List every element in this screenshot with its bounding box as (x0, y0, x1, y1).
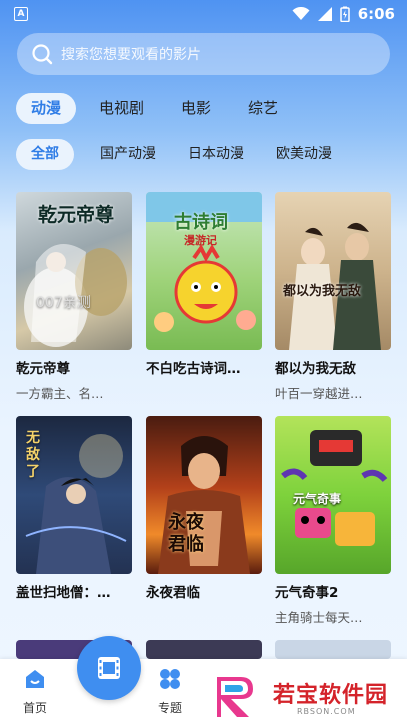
poster-title: 元气奇事 (293, 492, 342, 506)
app-notification-icon: A (14, 7, 28, 21)
video-poster[interactable]: 无敌了 (16, 416, 132, 574)
video-poster[interactable] (275, 640, 391, 659)
region-filters: 全部 国产动漫 日本动漫 欧美动漫 (16, 139, 350, 170)
nav-home-label: 首页 (22, 701, 47, 715)
video-card[interactable] (146, 640, 262, 659)
nav-video-button[interactable] (77, 636, 141, 700)
tab-movie[interactable]: 电影 (167, 93, 225, 124)
video-card[interactable]: 古诗词 漫游记 不白吃古诗词… (146, 192, 262, 383)
video-poster[interactable]: 古诗词 漫游记 (146, 192, 262, 350)
video-card[interactable] (275, 640, 391, 659)
poster-title: 无敌了 (26, 430, 40, 480)
video-title[interactable]: 都以为我无敌 (275, 357, 391, 377)
film-icon (98, 657, 120, 679)
search-placeholder: 搜索您想要观看的影片 (61, 47, 201, 63)
nav-topics-label: 专题 (157, 701, 182, 715)
video-poster[interactable]: 乾元帝尊 007亲测 (16, 192, 132, 350)
status-bar: A 6:06 (0, 0, 407, 30)
filter-domestic-anime[interactable]: 国产动漫 (86, 139, 170, 170)
grid-icon (160, 669, 180, 689)
video-card[interactable]: 乾元帝尊 007亲测 乾元帝尊 一方霸主、名… (16, 192, 132, 402)
video-description: 叶百一穿越进… (275, 386, 363, 401)
poster-subtitle: 漫游记 (184, 234, 217, 247)
poster-title: 古诗词 (174, 212, 228, 233)
search-icon (32, 44, 53, 65)
poster-title: 永夜君临 (168, 512, 204, 555)
video-card[interactable]: 无敌了 盖世扫地僧：… (16, 416, 132, 607)
video-title[interactable]: 元气奇事2 (275, 581, 391, 601)
watermark-logo-icon (217, 677, 253, 717)
video-poster[interactable]: 永夜君临 (146, 416, 262, 574)
nav-topics[interactable]: 专题 (135, 659, 205, 716)
poster-watermark: 007亲测 (36, 295, 91, 311)
poster-title: 都以为我无敌 (283, 284, 362, 299)
wifi-icon (292, 7, 310, 20)
video-poster[interactable] (146, 640, 262, 659)
signal-icon (317, 7, 332, 21)
tab-tv-series[interactable]: 电视剧 (85, 93, 158, 124)
video-title[interactable]: 盖世扫地僧：… (16, 581, 132, 601)
poster-title: 乾元帝尊 (38, 204, 115, 226)
watermark: 若宝软件园 RBSON.COM (207, 669, 407, 723)
video-card[interactable]: 都以为我无敌 都以为我无敌 叶百一穿越进… (275, 192, 391, 402)
category-tabs: 动漫 电视剧 电影 综艺 (16, 93, 301, 124)
nav-home[interactable]: 首页 (0, 659, 70, 716)
video-description: 主角骑士每天… (275, 610, 363, 625)
watermark-text: 若宝软件园 (273, 683, 389, 708)
filter-all[interactable]: 全部 (16, 139, 74, 170)
filter-western-anime[interactable]: 欧美动漫 (262, 139, 346, 170)
status-time: 6:06 (357, 5, 395, 23)
video-poster[interactable]: 都以为我无敌 (275, 192, 391, 350)
battery-icon (339, 6, 350, 22)
home-icon (26, 670, 44, 688)
video-card[interactable]: 永夜君临 永夜君临 (146, 416, 262, 607)
video-title[interactable]: 永夜君临 (146, 581, 262, 601)
tab-variety[interactable]: 综艺 (234, 93, 292, 124)
video-title[interactable]: 乾元帝尊 (16, 357, 132, 377)
filter-japanese-anime[interactable]: 日本动漫 (174, 139, 258, 170)
tab-anime[interactable]: 动漫 (16, 93, 77, 124)
video-title[interactable]: 不白吃古诗词… (146, 357, 262, 377)
search-bar[interactable]: 搜索您想要观看的影片 (17, 33, 390, 75)
watermark-url: RBSON.COM (297, 707, 356, 716)
video-poster[interactable]: 元气奇事 (275, 416, 391, 574)
poster-art (289, 222, 381, 350)
video-card[interactable]: 元气奇事 元气奇事2 主角骑士每天… (275, 416, 391, 626)
video-description: 一方霸主、名… (16, 386, 104, 401)
